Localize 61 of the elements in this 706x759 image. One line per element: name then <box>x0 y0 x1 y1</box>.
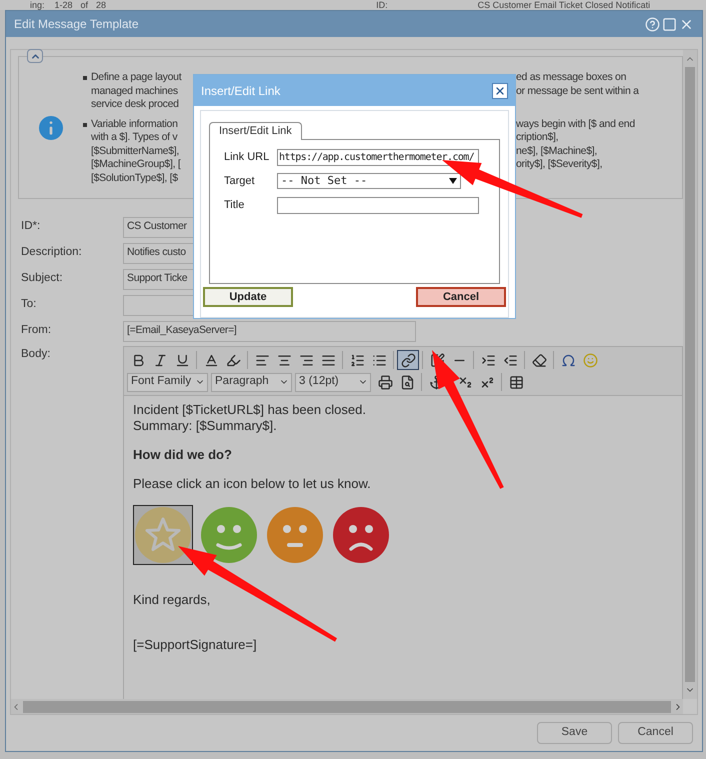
dropdown[interactable]: 3 (12pt) <box>295 372 371 392</box>
happy-face-icon[interactable] <box>201 507 257 563</box>
field-label: Body: <box>20 347 52 362</box>
field-label: Target <box>224 174 256 189</box>
background-text: ID: <box>376 0 388 10</box>
link-icon[interactable] <box>397 350 419 370</box>
background-text: 28 <box>96 0 106 10</box>
info-text: ne$], [$Machine$], <box>516 144 597 158</box>
info-text: [$SolutionType$], [$ <box>91 172 178 185</box>
dialog-button[interactable]: Update <box>203 287 293 307</box>
info-text: cription$], <box>516 131 558 144</box>
sad-face-icon[interactable] <box>333 507 389 563</box>
background-text: CS Customer Email Ticket Closed Notificati <box>478 0 650 10</box>
dropdown[interactable]: Font Family <box>127 372 208 392</box>
info-text: Variable information <box>91 118 178 131</box>
field-label: ID*: <box>20 219 42 234</box>
footer-button[interactable]: Cancel <box>618 722 693 744</box>
body-text: [=SupportSignature=] <box>133 637 258 653</box>
input-field[interactable] <box>277 196 479 214</box>
body-text: Kind regards, <box>133 592 212 608</box>
info-text: with a $]. Types of v <box>91 131 178 144</box>
field-label: Title <box>224 198 246 213</box>
info-text: ways begin with [$ and end <box>516 118 635 131</box>
background-text: of <box>80 0 88 10</box>
dialog-tab[interactable]: Insert/Edit Link <box>209 122 302 140</box>
bullet-icon <box>83 122 87 126</box>
info-text: [$SubmitterName$], <box>91 144 179 158</box>
field-label: Subject: <box>20 271 64 286</box>
window-title: Edit Message Template <box>14 16 140 33</box>
dialog-button[interactable]: Cancel <box>416 287 506 307</box>
info-text: ed as message boxes on <box>516 71 626 84</box>
body-text: Please click an icon below to let us know. <box>133 476 372 492</box>
horizontal-scrollbar[interactable] <box>11 699 683 714</box>
collapse-button[interactable] <box>27 49 43 63</box>
body-text: Incident [$TicketURL$] has been closed. <box>133 402 367 418</box>
close-button[interactable] <box>492 82 508 98</box>
field-label: From: <box>20 323 52 338</box>
body-text: Summary: [$Summary$]. <box>133 418 278 434</box>
field-label: Link URL <box>224 150 270 166</box>
close-icon <box>494 84 506 96</box>
field-label: To: <box>20 297 38 312</box>
bullet-icon <box>83 76 87 80</box>
input-field[interactable]: [=Email_KaseyaServer=] <box>123 320 416 342</box>
info-text: managed machines <box>91 84 178 98</box>
field-label: Description: <box>20 245 83 260</box>
info-text: service desk proced <box>91 98 179 112</box>
info-text: or message be sent within a <box>516 84 639 98</box>
dialog-title: Insert/Edit Link <box>201 82 282 100</box>
info-text: [$MachineGroup$], [ <box>91 158 180 172</box>
maximize-icon[interactable] <box>662 16 677 32</box>
help-icon[interactable] <box>645 16 660 32</box>
vertical-scrollbar[interactable] <box>683 50 697 699</box>
info-text: ority$], [$Severity$], <box>516 158 602 172</box>
dropdown[interactable]: Paragraph <box>211 372 292 392</box>
body-heading: How did we do? <box>133 447 233 463</box>
background-text: ing: <box>30 0 45 10</box>
info-text: Define a page layout <box>91 71 182 84</box>
input-field[interactable]: https://app.customerthermometer.com/ <box>277 149 479 166</box>
footer-button[interactable]: Save <box>537 722 612 744</box>
background-text: 1-28 <box>54 0 73 10</box>
dropdown[interactable]: -- Not Set -- <box>277 173 461 190</box>
